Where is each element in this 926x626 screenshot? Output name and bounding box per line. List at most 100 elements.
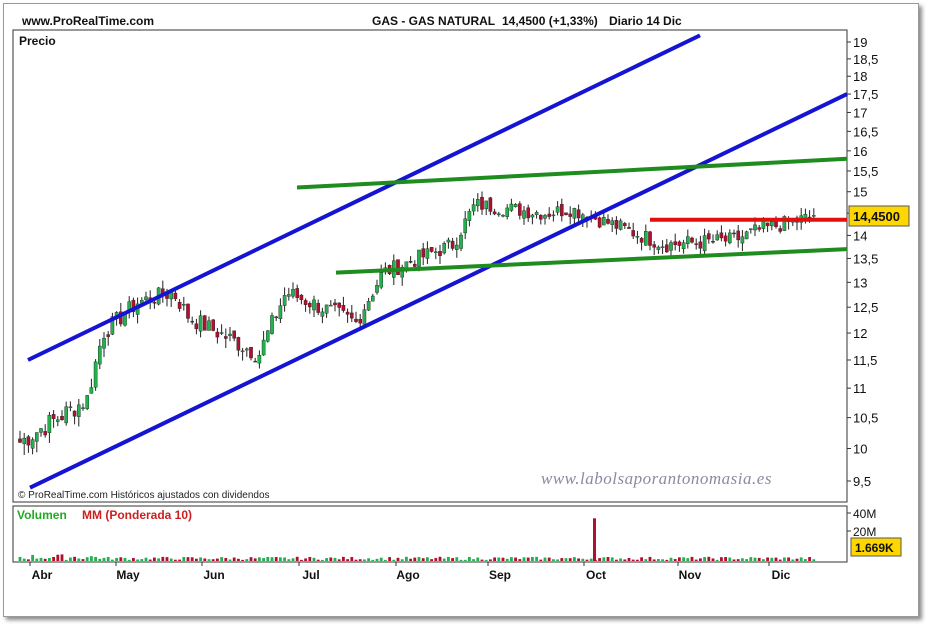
candle-body: [501, 215, 505, 217]
volume-bar: [102, 557, 106, 561]
volume-bar: [627, 558, 631, 561]
candle-body: [736, 230, 740, 241]
volume-bar: [459, 559, 463, 561]
y-tick-label: 12,5: [853, 300, 878, 315]
volume-bar: [535, 556, 538, 561]
candle-body: [257, 355, 262, 364]
volume-bar: [249, 557, 253, 561]
candle-body: [694, 243, 698, 245]
volume-bar: [178, 559, 181, 561]
x-tick-label: Sep: [489, 568, 511, 582]
volume-bar: [795, 558, 799, 561]
candle-body: [47, 415, 52, 433]
volume-bar: [736, 559, 740, 561]
candle-body: [660, 246, 665, 248]
candle-body: [312, 299, 316, 311]
candle-body: [534, 212, 539, 215]
candle-body: [278, 305, 283, 319]
volume-bar: [455, 557, 459, 561]
candle-body: [295, 288, 300, 298]
y-tick-label: 10: [853, 442, 867, 457]
candle-body: [471, 204, 476, 212]
volume-bar: [346, 559, 349, 561]
candle-body: [144, 296, 148, 300]
candle-body: [425, 248, 430, 259]
volume-bar: [745, 559, 748, 561]
volume-bar: [396, 557, 400, 561]
volume-bar: [447, 556, 450, 561]
volume-bar: [165, 557, 169, 561]
candle-body: [702, 235, 707, 252]
y-tick-label: 10,5: [853, 411, 878, 426]
volume-bar: [783, 557, 786, 561]
volume-bar: [375, 558, 379, 561]
volume-bar: [77, 558, 81, 561]
volume-bar: [804, 559, 807, 561]
price-chart: 1918,51817,51716,51615,51514,51413,51312…: [12, 29, 910, 582]
x-tick-label: Jul: [302, 568, 319, 582]
candle-body: [64, 406, 68, 424]
volume-bar: [312, 557, 316, 561]
y-tick-label: 17,5: [853, 87, 878, 102]
candle-body: [812, 215, 816, 217]
volume-bar: [430, 559, 433, 561]
candle-body: [152, 302, 157, 304]
volume-bar: [153, 557, 156, 561]
volume-bar: [493, 557, 496, 561]
candle-body: [606, 218, 610, 224]
volume-bar: [228, 559, 232, 561]
candle-body: [223, 336, 228, 339]
volume-bar: [132, 557, 135, 561]
volume-bar: [388, 557, 391, 561]
volume-bar: [728, 557, 732, 561]
candle-body: [728, 232, 732, 244]
volume-bar: [392, 559, 396, 561]
volume-bar: [694, 559, 698, 561]
volume-bar: [615, 559, 618, 561]
volume-bar: [56, 554, 60, 561]
candle-body: [564, 212, 568, 215]
volume-bar: [358, 559, 362, 561]
volume-bar: [472, 559, 475, 561]
volume-bar: [573, 557, 576, 561]
candle-body: [249, 346, 253, 359]
volume-bar: [127, 559, 131, 561]
candle-body: [518, 203, 522, 216]
volume-bar: [606, 557, 610, 561]
candle-body: [106, 334, 110, 337]
volume-bar: [686, 558, 690, 561]
candle-body: [266, 330, 270, 342]
candle-body: [543, 215, 547, 219]
volume-bar: [274, 557, 278, 561]
volume-bar: [648, 556, 652, 561]
candle-body: [337, 302, 342, 308]
candle-body: [770, 221, 774, 227]
candle-body: [202, 315, 207, 331]
volume-bar: [27, 559, 30, 561]
candle-body: [459, 234, 463, 249]
volume-bar: [724, 557, 727, 561]
candle-body: [749, 228, 753, 230]
volume-bar: [363, 559, 366, 561]
volume-bar: [409, 558, 412, 561]
volume-bar: [598, 558, 601, 561]
volume-bar: [321, 559, 324, 561]
candle-body: [354, 318, 358, 322]
volume-bars: [18, 518, 816, 561]
candle-body: [686, 236, 690, 244]
volume-bar: [237, 558, 240, 561]
candle-body: [270, 315, 274, 334]
y-tick-label: 18: [853, 69, 867, 84]
volume-bar: [18, 556, 22, 561]
volume-bar: [287, 559, 291, 561]
candle-body: [43, 431, 47, 436]
candle-body: [698, 241, 703, 249]
last-volume-label: 1.669K: [855, 541, 894, 555]
volume-bar: [69, 557, 72, 561]
volume-bar: [211, 559, 215, 561]
candle-body: [345, 311, 350, 315]
price-panel: [12, 29, 848, 503]
volume-bar: [405, 556, 408, 561]
volume-bar: [543, 557, 547, 561]
candle-body: [560, 204, 564, 217]
